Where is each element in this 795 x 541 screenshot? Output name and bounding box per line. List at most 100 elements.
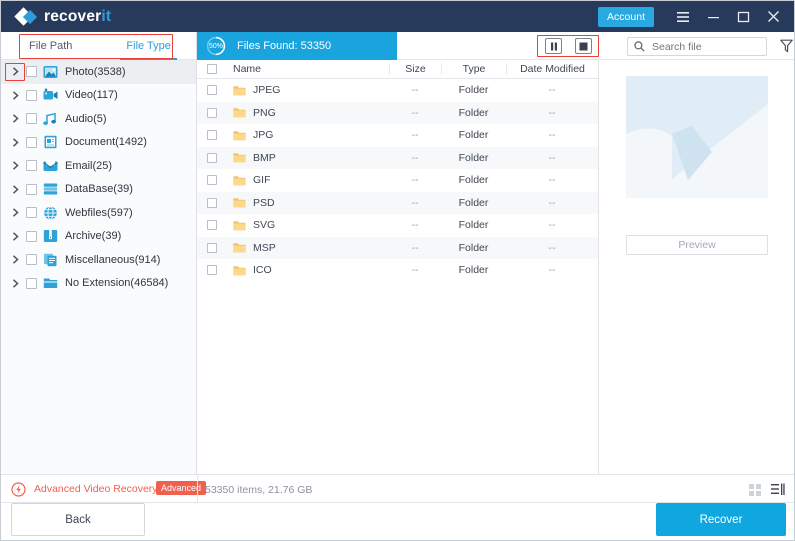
sidebar-item-document[interactable]: Document(1492) xyxy=(1,131,196,155)
chevron-right-icon[interactable] xyxy=(9,207,21,219)
cell-date-modified: -- xyxy=(548,196,556,209)
table-row[interactable]: PNG -- Folder -- xyxy=(197,101,598,124)
table-row[interactable]: ICO -- Folder -- xyxy=(197,259,598,282)
column-header-size[interactable]: Size xyxy=(389,63,441,75)
sidebar-item-no-extension[interactable]: No Extension(46584) xyxy=(1,272,196,296)
chevron-right-icon[interactable] xyxy=(9,113,21,125)
title-bar: recoverit Account xyxy=(1,1,794,32)
cell-type: Folder xyxy=(458,264,489,277)
sidebar-item-database[interactable]: DataBase(39) xyxy=(1,178,196,202)
pause-scan-button[interactable] xyxy=(545,38,562,54)
table-row[interactable]: PSD -- Folder -- xyxy=(197,191,598,214)
row-checkbox[interactable] xyxy=(207,265,217,276)
maximize-icon[interactable] xyxy=(728,1,758,32)
back-button[interactable]: Back xyxy=(11,503,145,536)
close-icon[interactable] xyxy=(758,1,788,32)
miscellaneous-icon xyxy=(43,252,58,267)
row-checkbox[interactable] xyxy=(207,152,217,163)
sidebar-checkbox-document[interactable] xyxy=(26,136,37,148)
search-file-box[interactable] xyxy=(627,37,767,56)
table-row[interactable]: SVG -- Folder -- xyxy=(197,214,598,237)
sidebar-checkbox-video[interactable] xyxy=(26,89,37,101)
sidebar-item-photo[interactable]: Photo(3538) xyxy=(1,60,196,84)
logo-text-accent: it xyxy=(101,7,112,25)
list-view-icon[interactable] xyxy=(771,483,785,496)
cell-name-text: PNG xyxy=(253,106,276,119)
chevron-right-icon[interactable] xyxy=(9,277,21,289)
recover-button[interactable]: Recover xyxy=(656,503,786,536)
row-checkbox-cell[interactable] xyxy=(197,152,227,163)
table-row[interactable]: JPG -- Folder -- xyxy=(197,124,598,147)
row-checkbox[interactable] xyxy=(207,242,217,253)
row-checkbox[interactable] xyxy=(207,197,217,208)
sidebar-checkbox-audio[interactable] xyxy=(26,113,37,125)
sidebar-item-miscellaneous[interactable]: Miscellaneous(914) xyxy=(1,248,196,272)
minimize-icon[interactable] xyxy=(698,1,728,32)
sidebar-checkbox-email[interactable] xyxy=(26,160,37,172)
sidebar-item-audio[interactable]: Audio(5) xyxy=(1,107,196,131)
grid-view-icon[interactable] xyxy=(749,484,761,496)
hamburger-menu-icon[interactable] xyxy=(668,1,698,32)
table-row[interactable]: JPEG -- Folder -- xyxy=(197,79,598,102)
sidebar-checkbox-no-extension[interactable] xyxy=(26,277,37,289)
row-checkbox[interactable] xyxy=(207,175,217,186)
chevron-right-icon[interactable] xyxy=(9,89,21,101)
pause-icon xyxy=(550,42,558,51)
footer-bar: Back Recover xyxy=(1,503,794,540)
app-logo-text: recoverit xyxy=(44,8,111,26)
select-all-checkbox-cell[interactable] xyxy=(197,64,227,74)
row-checkbox-cell[interactable] xyxy=(197,175,227,186)
row-checkbox[interactable] xyxy=(207,130,217,141)
chevron-right-icon[interactable] xyxy=(9,160,21,172)
left-sidebar: File Path File Type Photo(3538) Video(11… xyxy=(1,32,197,474)
archive-icon xyxy=(43,229,58,244)
sidebar-item-archive[interactable]: Archive(39) xyxy=(1,225,196,249)
column-header-type[interactable]: Type xyxy=(441,63,506,75)
chevron-right-icon[interactable] xyxy=(9,66,21,78)
cell-name-text: SVG xyxy=(253,219,276,232)
advanced-badge: Advanced xyxy=(156,481,207,495)
select-all-checkbox[interactable] xyxy=(207,64,217,74)
row-checkbox-cell[interactable] xyxy=(197,197,227,208)
table-row[interactable]: MSP -- Folder -- xyxy=(197,236,598,259)
column-header-name[interactable]: Name xyxy=(227,63,389,75)
row-checkbox-cell[interactable] xyxy=(197,265,227,276)
account-button[interactable]: Account xyxy=(598,6,654,27)
row-checkbox-cell[interactable] xyxy=(197,85,227,96)
filter-funnel-icon[interactable] xyxy=(778,37,794,55)
tab-file-type[interactable]: File Type xyxy=(120,32,178,60)
chevron-right-icon[interactable] xyxy=(9,183,21,195)
sidebar-checkbox-webfiles[interactable] xyxy=(26,207,37,219)
row-checkbox-cell[interactable] xyxy=(197,242,227,253)
chevron-right-icon[interactable] xyxy=(9,230,21,242)
row-checkbox-cell[interactable] xyxy=(197,130,227,141)
search-input[interactable] xyxy=(650,39,755,54)
sidebar-item-email[interactable]: Email(25) xyxy=(1,154,196,178)
sidebar-checkbox-archive[interactable] xyxy=(26,230,37,242)
preview-button[interactable]: Preview xyxy=(626,235,768,255)
sidebar-checkbox-database[interactable] xyxy=(26,183,37,195)
sidebar-label-miscellaneous: Miscellaneous(914) xyxy=(65,253,161,266)
row-checkbox[interactable] xyxy=(207,85,217,96)
row-checkbox[interactable] xyxy=(207,107,217,118)
row-checkbox[interactable] xyxy=(207,220,217,231)
cell-type: Folder xyxy=(458,196,489,209)
cell-type: Folder xyxy=(458,84,489,97)
row-checkbox-cell[interactable] xyxy=(197,220,227,231)
file-list-table: Name Size Type Date Modified JPEG -- Folde… xyxy=(197,60,794,474)
table-row[interactable]: BMP -- Folder -- xyxy=(197,146,598,169)
sidebar-checkbox-photo[interactable] xyxy=(26,66,37,78)
advanced-video-recovery-link[interactable]: Advanced Video Recovery xyxy=(34,483,158,495)
sidebar-item-video[interactable]: Video(117) xyxy=(1,84,196,108)
sidebar-checkbox-miscellaneous[interactable] xyxy=(26,254,37,266)
stop-scan-button[interactable] xyxy=(575,38,592,54)
sidebar-tabs: File Path File Type xyxy=(1,32,196,60)
chevron-right-icon[interactable] xyxy=(9,254,21,266)
sidebar-item-webfiles[interactable]: Webfiles(597) xyxy=(1,201,196,225)
tab-file-path[interactable]: File Path xyxy=(23,32,78,60)
chevron-right-icon[interactable] xyxy=(9,136,21,148)
table-row[interactable]: GIF -- Folder -- xyxy=(197,169,598,192)
column-header-date-modified[interactable]: Date Modified xyxy=(506,63,598,75)
folder-icon xyxy=(233,130,246,141)
row-checkbox-cell[interactable] xyxy=(197,107,227,118)
